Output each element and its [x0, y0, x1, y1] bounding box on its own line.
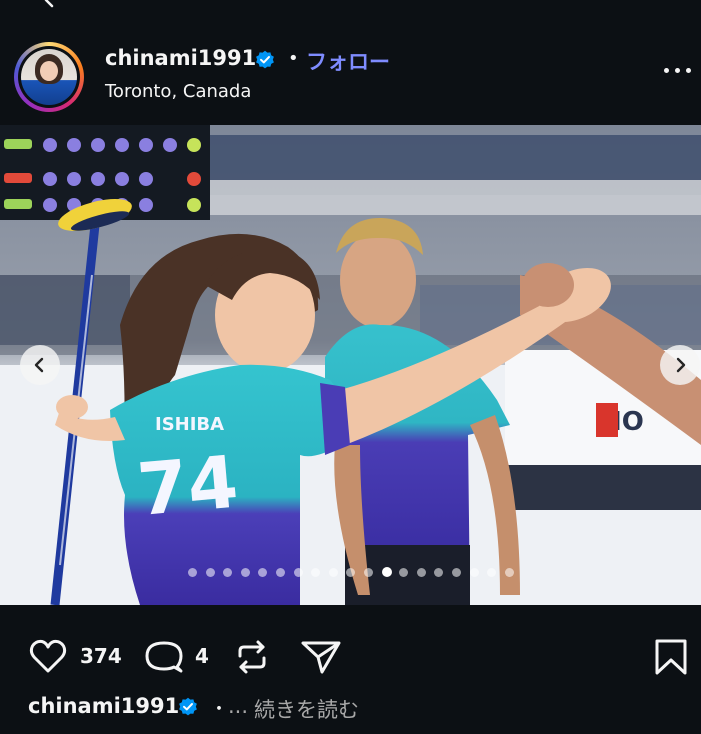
like-heart-icon[interactable]	[28, 638, 68, 674]
verified-badge-icon	[179, 697, 197, 716]
repost-icon[interactable]	[234, 638, 270, 676]
post-location[interactable]: Toronto, Canada	[105, 81, 251, 102]
carousel-dot	[399, 568, 409, 577]
follow-button[interactable]: フォロー	[306, 46, 390, 76]
caption-ellipsis: ...	[228, 694, 249, 718]
carousel-dot	[276, 568, 285, 577]
jersey-name: ISHIBA	[155, 414, 224, 435]
carousel-dot	[416, 568, 426, 577]
carousel-dot	[293, 568, 303, 577]
carousel-dot	[469, 568, 479, 577]
avatar	[18, 46, 80, 108]
carousel-dot	[205, 568, 215, 577]
share-send-icon[interactable]	[300, 638, 342, 676]
comment-icon[interactable]	[144, 638, 184, 676]
carousel-dot	[240, 568, 250, 577]
caption-separator: ・	[210, 699, 228, 720]
jersey-number: 74	[134, 440, 241, 532]
photo-scene: NO ISHIBA 74	[0, 125, 701, 605]
carousel-dots	[188, 566, 528, 580]
post-header: chinami1991 • フォロー Toronto, Canada	[0, 36, 701, 120]
post-photo[interactable]: NO ISHIBA 74	[0, 125, 701, 605]
carousel-dot	[504, 568, 514, 577]
story-avatar[interactable]	[14, 42, 84, 112]
carousel-dot	[258, 568, 268, 577]
carousel-dot	[223, 568, 233, 577]
previous-slide-button[interactable]	[20, 345, 60, 385]
carousel-dot	[434, 568, 444, 577]
post-username[interactable]: chinami1991	[105, 46, 256, 70]
chevron-left-icon	[34, 357, 44, 373]
carousel-dot	[364, 568, 373, 577]
action-bar: 374 4	[0, 620, 701, 680]
next-slide-button[interactable]	[660, 345, 700, 385]
carousel-dot	[311, 568, 321, 577]
read-more-link[interactable]: 続きを読む	[254, 694, 359, 724]
comment-count[interactable]: 4	[195, 644, 209, 668]
back-chevron-icon[interactable]	[40, 0, 62, 8]
chevron-right-icon	[676, 357, 686, 373]
like-count[interactable]: 374	[80, 644, 122, 668]
header-separator: •	[288, 48, 299, 69]
carousel-dot	[452, 568, 461, 577]
avatar-image	[21, 49, 77, 105]
carousel-dot	[487, 568, 497, 577]
carousel-dot	[346, 568, 356, 577]
more-options-icon[interactable]	[664, 68, 692, 76]
caption: chinami1991 ・ ... 続きを読む	[28, 692, 688, 724]
carousel-dot	[188, 568, 197, 577]
caption-username[interactable]: chinami1991	[28, 694, 179, 718]
verified-badge-icon	[256, 50, 274, 69]
carousel-dot	[381, 567, 392, 577]
bookmark-icon[interactable]	[654, 638, 688, 676]
carousel-dot	[328, 568, 338, 577]
